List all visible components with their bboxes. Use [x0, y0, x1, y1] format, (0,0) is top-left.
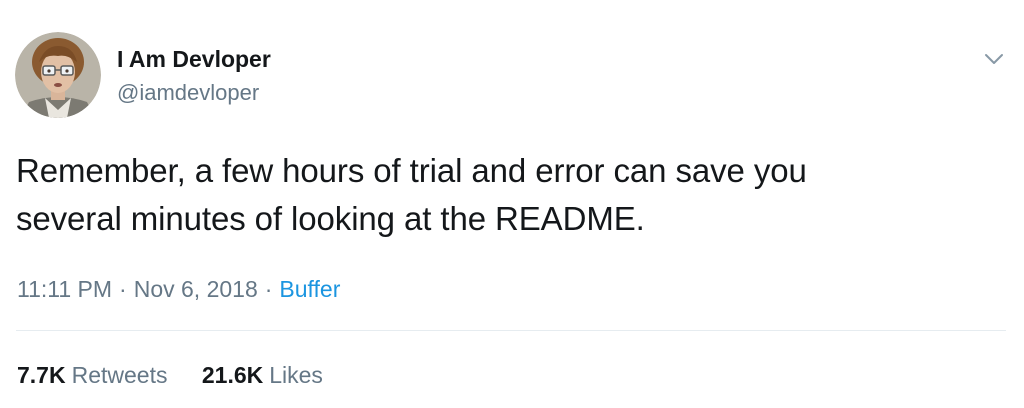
likes-count: 21.6K [201, 362, 264, 388]
tweet-text-line: Remember, a few hours of trial and error… [16, 152, 807, 189]
retweets-stat[interactable]: 7.7K Retweets [17, 362, 167, 389]
display-name[interactable]: I Am Devloper [117, 46, 271, 73]
retweets-count: 7.7K [17, 362, 66, 388]
avatar[interactable] [15, 32, 101, 118]
tweet-text-line: several minutes of looking at the README… [16, 200, 645, 237]
likes-label: Likes [269, 362, 323, 388]
tweet-meta: 11:11 PM · Nov 6, 2018 · Buffer [17, 276, 340, 303]
retweets-label: Retweets [71, 362, 168, 388]
tweet-text: Remember, a few hours of trial and error… [16, 147, 1006, 243]
likes-stat[interactable]: 21.6K Likes [202, 362, 323, 389]
tweet-source-link[interactable]: Buffer [279, 276, 340, 303]
user-handle[interactable]: @iamdevloper [117, 80, 259, 106]
divider [16, 330, 1006, 331]
tweet-date[interactable]: Nov 6, 2018 [134, 276, 258, 303]
tweet-stats: 7.7K Retweets 21.6K Likes [17, 362, 323, 389]
meta-separator: · [119, 276, 127, 302]
tweet-card: I Am Devloper @iamdevloper Remember, a f… [0, 0, 1024, 408]
avatar-image [15, 32, 101, 118]
tweet-time[interactable]: 11:11 PM [17, 276, 112, 303]
meta-separator: · [264, 276, 273, 302]
chevron-down-icon[interactable] [982, 50, 1006, 68]
